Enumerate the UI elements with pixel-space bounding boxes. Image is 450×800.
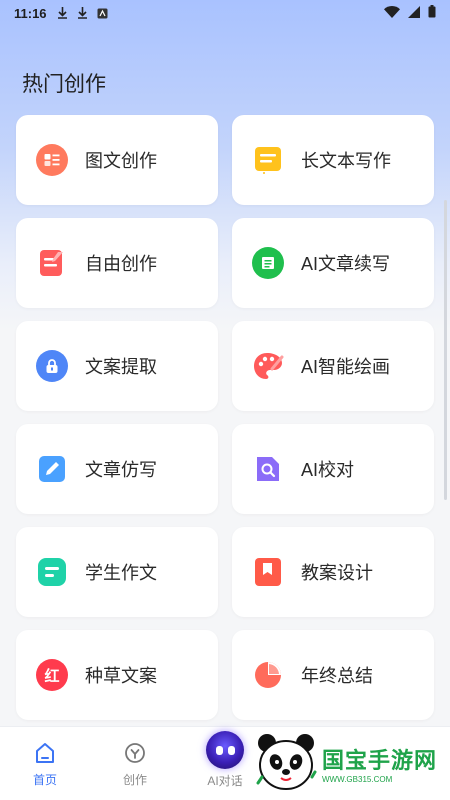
card-article-imitate[interactable]: 文章仿写 <box>16 424 218 514</box>
card-label: 学生作文 <box>85 563 157 583</box>
card-label: 长文本写作 <box>301 151 391 171</box>
home-icon <box>33 741 57 765</box>
app-notification-icon <box>97 7 109 19</box>
badge-glyph: 红 <box>44 667 60 685</box>
card-recommend-copy[interactable]: 红 种草文案 <box>16 630 218 720</box>
wifi-icon <box>384 5 400 21</box>
card-year-end-summary[interactable]: 年终总结 <box>232 630 434 720</box>
watermark-logo: 国宝手游网 WWW.GB315.COM <box>254 730 444 796</box>
card-label: 文章仿写 <box>85 460 157 480</box>
card-ai-proofread[interactable]: AI校对 <box>232 424 434 514</box>
battery-icon <box>428 5 436 21</box>
red-badge-icon: 红 <box>36 659 68 691</box>
card-ai-painting[interactable]: AI智能绘画 <box>232 321 434 411</box>
image-text-icon <box>36 144 68 176</box>
create-icon <box>123 741 147 765</box>
card-copy-extract[interactable]: 文案提取 <box>16 321 218 411</box>
card-ai-article-continue[interactable]: AI文章续写 <box>232 218 434 308</box>
status-time: 11:16 <box>14 5 47 21</box>
card-label: 自由创作 <box>85 254 157 274</box>
pencil-icon <box>36 453 68 485</box>
tab-home[interactable]: 首页 <box>0 727 90 800</box>
notebook-icon <box>36 556 68 588</box>
card-student-essay[interactable]: 学生作文 <box>16 527 218 617</box>
card-label: 年终总结 <box>301 666 373 686</box>
pie-chart-icon <box>252 659 284 691</box>
palette-icon <box>252 350 284 382</box>
download-icon <box>77 7 89 19</box>
bookmark-icon <box>252 556 284 588</box>
card-label: 种草文案 <box>85 666 157 686</box>
card-label: AI智能绘画 <box>301 357 391 377</box>
card-label: 文案提取 <box>85 357 157 377</box>
signal-icon <box>408 5 420 21</box>
card-label: AI校对 <box>301 460 355 480</box>
search-doc-icon <box>252 453 284 485</box>
card-free-creation[interactable]: 自由创作 <box>16 218 218 308</box>
watermark-url: WWW.GB315.COM <box>322 774 393 784</box>
creation-grid: 图文创作 长文本写作 自由创作 AI文章续写 文案提取 AI智能绘画 文章仿写 … <box>16 115 434 720</box>
tab-label: 首页 <box>32 773 57 787</box>
card-lesson-plan[interactable]: 教案设计 <box>232 527 434 617</box>
card-image-text-creation[interactable]: 图文创作 <box>16 115 218 205</box>
status-bar: 11:16 <box>0 0 450 26</box>
tab-label: AI对话 <box>207 774 243 788</box>
panda-icon <box>256 734 317 790</box>
card-label: 教案设计 <box>301 563 373 583</box>
lock-extract-icon <box>36 350 68 382</box>
scroll-icon <box>252 247 284 279</box>
document-icon <box>252 144 284 176</box>
download-icon <box>57 7 69 19</box>
section-title: 热门创作 <box>22 73 106 96</box>
tab-label: 创作 <box>122 773 147 787</box>
tab-create[interactable]: 创作 <box>90 727 180 800</box>
card-label: AI文章续写 <box>301 254 391 274</box>
card-label: 图文创作 <box>85 151 157 171</box>
scrollbar[interactable] <box>444 200 447 500</box>
watermark-text: 国宝手游网 <box>322 747 438 773</box>
ai-robot-icon <box>206 731 244 769</box>
edit-note-icon <box>36 247 68 279</box>
card-long-text-writing[interactable]: 长文本写作 <box>232 115 434 205</box>
